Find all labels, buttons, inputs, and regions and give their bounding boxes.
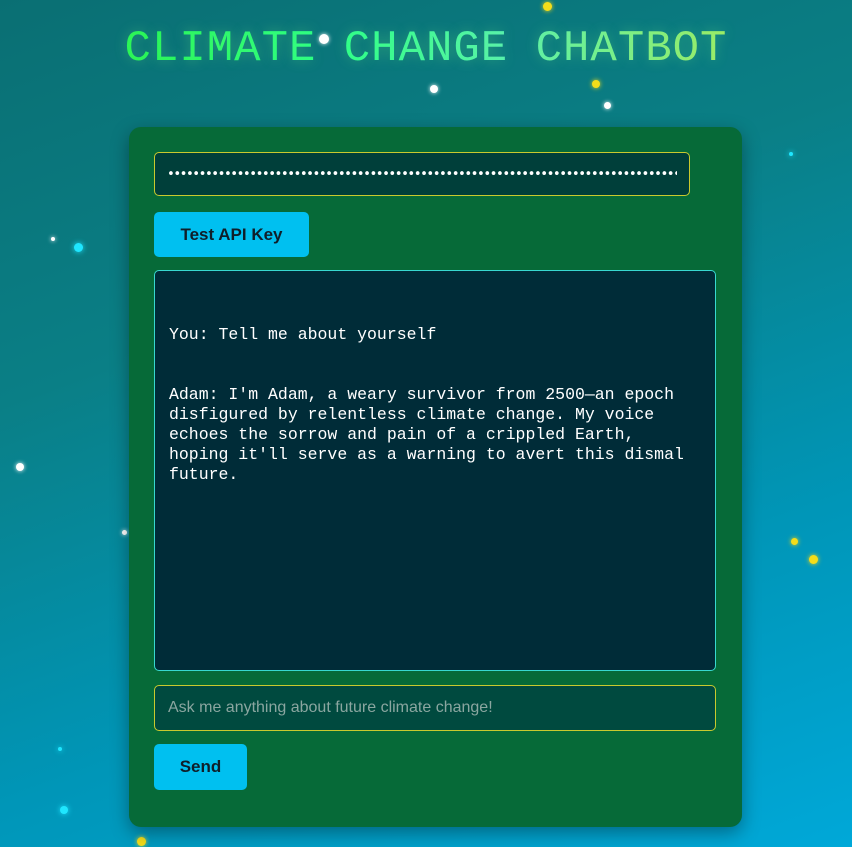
chatbot-panel: Test API Key You: Tell me about yourself… bbox=[129, 127, 742, 827]
background-particle bbox=[137, 837, 146, 846]
chat-message: Adam: I'm Adam, a weary survivor from 25… bbox=[169, 385, 694, 484]
background-particle bbox=[430, 85, 438, 93]
chat-message: You: Tell me about yourself bbox=[169, 325, 437, 344]
background-particle bbox=[122, 530, 127, 535]
send-button[interactable]: Send bbox=[154, 744, 247, 790]
api-key-input[interactable] bbox=[154, 152, 690, 196]
message-input[interactable] bbox=[154, 685, 716, 731]
background-particle bbox=[51, 237, 55, 241]
background-particle bbox=[791, 538, 798, 545]
chat-log[interactable]: You: Tell me about yourself Adam: I'm Ad… bbox=[154, 270, 716, 671]
background-particle bbox=[604, 102, 611, 109]
background-particle bbox=[543, 2, 552, 11]
test-api-key-button[interactable]: Test API Key bbox=[154, 212, 309, 257]
background-particle bbox=[60, 806, 68, 814]
background-particle bbox=[74, 243, 83, 252]
background-particle bbox=[789, 152, 793, 156]
background-particle bbox=[16, 463, 24, 471]
page-title: CLIMATE CHANGE CHATBOT bbox=[0, 24, 852, 74]
background-particle bbox=[58, 747, 62, 751]
background-particle bbox=[592, 80, 600, 88]
background-particle bbox=[809, 555, 818, 564]
